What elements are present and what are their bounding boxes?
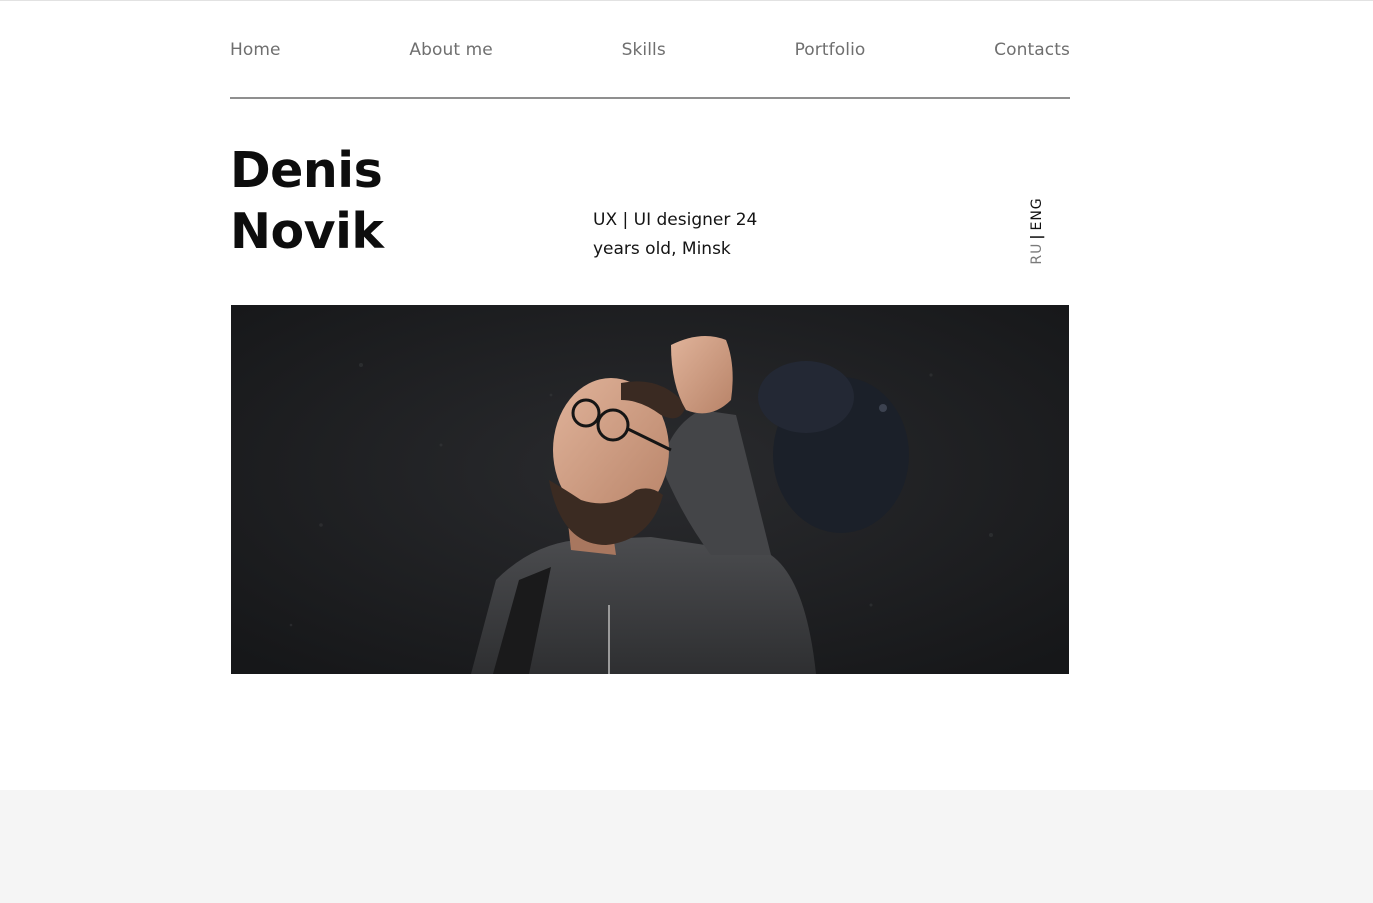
lang-eng[interactable]: ENG (1029, 197, 1045, 230)
main-nav: Home About me Skills Portfolio Contacts (230, 36, 1070, 64)
lang-ru[interactable]: RU (1029, 243, 1045, 265)
hero-photo (231, 305, 1069, 674)
lang-separator: | (1029, 233, 1045, 240)
nav-divider (230, 97, 1070, 99)
tagline-line-2: years old, Minsk (593, 238, 731, 259)
footer-band (0, 790, 1373, 903)
nav-about-me[interactable]: About me (409, 40, 492, 60)
nav-skills[interactable]: Skills (622, 40, 666, 60)
nav-contacts[interactable]: Contacts (994, 40, 1070, 60)
nav-portfolio[interactable]: Portfolio (795, 40, 866, 60)
top-border (0, 0, 1373, 1)
page-title: Denis Novik (230, 140, 384, 262)
portrait-illustration (231, 305, 1069, 674)
tagline: UX | UI designer 24 years old, Minsk (593, 206, 803, 263)
last-name: Novik (230, 203, 384, 260)
nav-home[interactable]: Home (230, 40, 281, 60)
tagline-line-1: UX | UI designer 24 (593, 210, 758, 230)
first-name: Denis (230, 142, 383, 199)
language-switcher: RU | ENG (1026, 196, 1048, 266)
